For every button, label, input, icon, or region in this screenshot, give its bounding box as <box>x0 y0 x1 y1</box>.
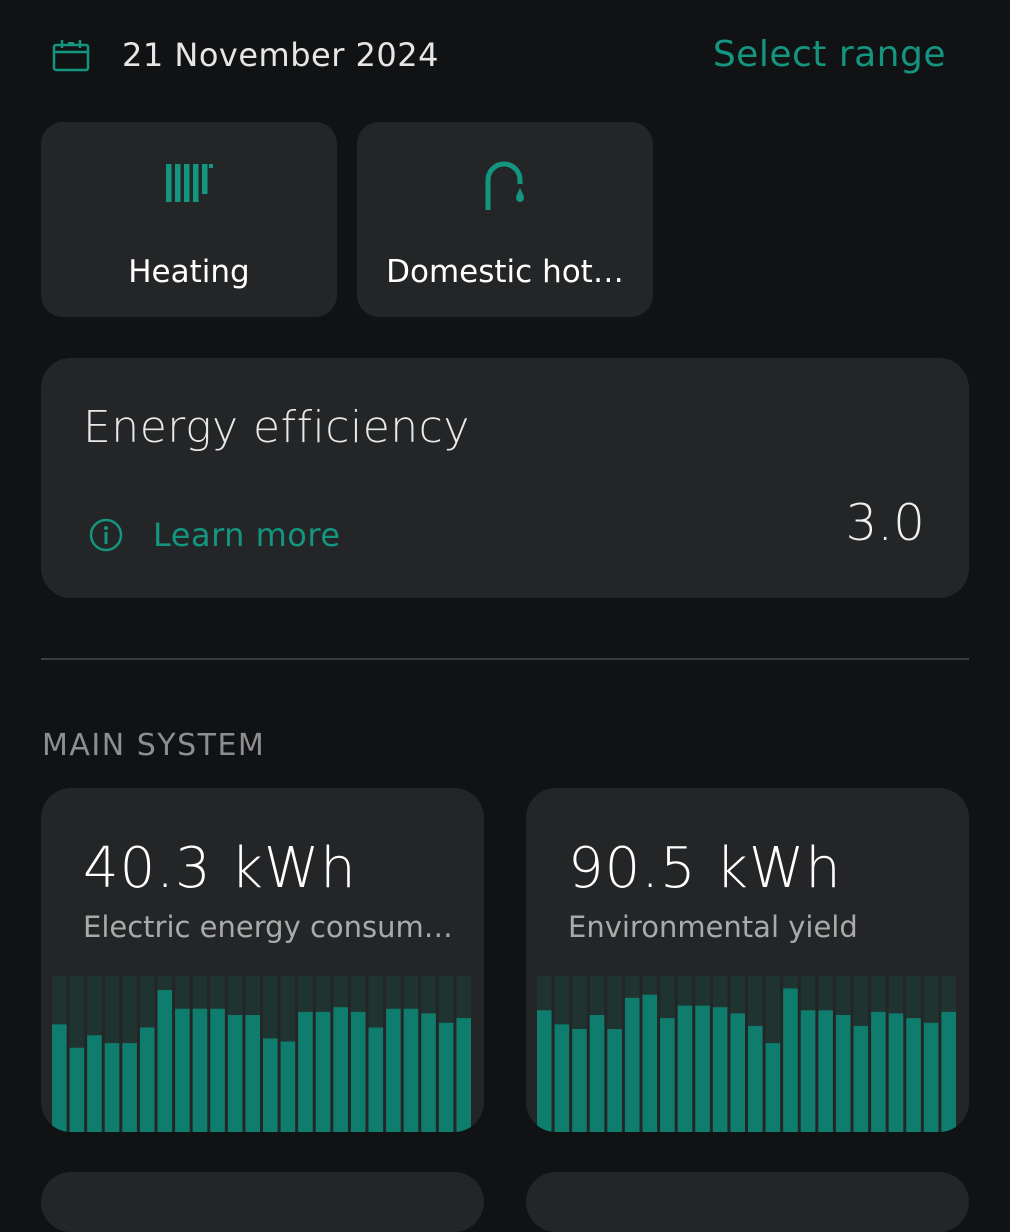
bar <box>906 1018 921 1132</box>
environmental-yield-chart <box>537 976 956 1132</box>
next-card-right[interactable] <box>526 1172 969 1232</box>
bar <box>730 1013 745 1132</box>
environmental-yield-label: Environmental yield <box>568 910 858 944</box>
bar <box>660 1018 675 1132</box>
bar <box>748 1025 763 1132</box>
radiator-icon <box>166 164 213 202</box>
bar <box>280 1041 296 1132</box>
bar <box>245 1015 260 1132</box>
bar <box>210 1008 225 1132</box>
bar <box>695 1005 710 1132</box>
bar <box>941 1011 956 1132</box>
bar <box>263 1038 278 1132</box>
bar <box>871 1011 886 1132</box>
bar <box>589 1015 605 1132</box>
section-divider <box>41 658 969 660</box>
bar <box>52 1024 67 1132</box>
bar <box>421 1013 436 1132</box>
energy-efficiency-card: Energy efficiency Learn more 3.0 <box>41 358 969 598</box>
tap-icon <box>485 161 524 210</box>
energy-efficiency-title: Energy efficiency <box>83 402 470 453</box>
bar <box>607 1029 622 1132</box>
bar <box>350 1011 366 1132</box>
bar <box>192 1008 208 1132</box>
bar <box>139 1027 155 1132</box>
electric-energy-value: 40.3 kWh <box>83 836 357 901</box>
electric-energy-card[interactable]: 40.3 kWh Electric energy consum… <box>41 788 484 1132</box>
header: 21 November 2024 Select range <box>0 0 1010 110</box>
bar <box>677 1005 693 1132</box>
calendar-icon[interactable] <box>52 38 90 72</box>
select-range-button[interactable]: Select range <box>713 34 946 75</box>
bar <box>554 1024 570 1132</box>
bar <box>765 1043 781 1132</box>
bar <box>624 997 640 1132</box>
bar <box>386 1008 401 1132</box>
bar <box>456 1018 471 1132</box>
bar <box>712 1007 728 1132</box>
bar <box>315 1011 331 1132</box>
main-system-title: MAIN SYSTEM <box>42 728 266 763</box>
electric-energy-chart <box>52 976 471 1132</box>
bar <box>403 1008 419 1132</box>
domestic-hot-water-tile[interactable]: Domestic hot… <box>357 122 653 317</box>
bar <box>333 1007 348 1132</box>
bar <box>818 1010 833 1132</box>
bar <box>642 994 658 1132</box>
electric-energy-label: Electric energy consum… <box>83 910 453 944</box>
bar <box>888 1013 904 1132</box>
learn-more-label: Learn more <box>153 516 341 554</box>
environmental-yield-card[interactable]: 90.5 kWh Environmental yield <box>526 788 969 1132</box>
bar <box>69 1047 85 1132</box>
next-card-left[interactable] <box>41 1172 484 1232</box>
bar <box>175 1008 190 1132</box>
bar <box>87 1035 102 1132</box>
domestic-hot-water-label: Domestic hot… <box>386 254 624 290</box>
selected-date[interactable]: 21 November 2024 <box>122 36 439 74</box>
bar <box>368 1027 384 1132</box>
bar <box>122 1043 137 1132</box>
bar <box>438 1022 454 1132</box>
bar <box>227 1015 243 1132</box>
bar <box>572 1029 587 1132</box>
heating-tile[interactable]: Heating <box>41 122 337 317</box>
environmental-yield-value: 90.5 kWh <box>568 836 842 901</box>
bar <box>537 1010 552 1132</box>
bar <box>783 988 798 1132</box>
bar <box>835 1015 851 1132</box>
bar <box>923 1022 939 1132</box>
energy-efficiency-value: 3.0 <box>845 494 925 552</box>
bar <box>853 1025 869 1132</box>
info-icon <box>89 518 123 552</box>
bar <box>104 1043 120 1132</box>
learn-more-link[interactable]: Learn more <box>89 510 341 560</box>
bar <box>298 1011 313 1132</box>
bar <box>800 1010 816 1132</box>
bar <box>157 990 173 1132</box>
heating-label: Heating <box>128 254 250 290</box>
